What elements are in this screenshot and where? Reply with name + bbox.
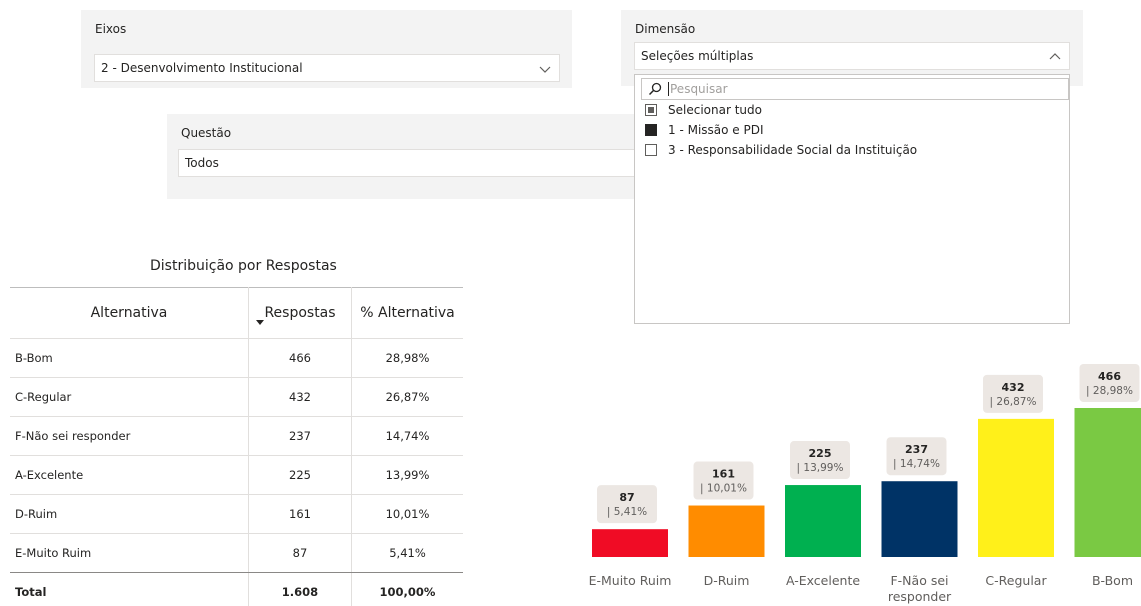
column-header-respostas[interactable]: Respostas: [249, 287, 351, 338]
option-label: 3 - Responsabilidade Social da Instituiç…: [668, 143, 918, 157]
option-responsabilidade-social[interactable]: 3 - Responsabilidade Social da Instituiç…: [645, 142, 917, 158]
sort-descending-icon[interactable]: [256, 320, 264, 325]
option-label: Selecionar tudo: [668, 103, 762, 117]
table-title: Distribuição por Respostas: [150, 258, 337, 274]
cell-total-label: Total: [15, 585, 47, 599]
data-label-value: 466: [1098, 370, 1121, 383]
dimensao-selected-value: Seleções múltiplas: [641, 49, 754, 63]
x-axis-label: D-Ruim: [704, 573, 750, 588]
chart-bar[interactable]: [1074, 408, 1141, 557]
x-axis-label: E-Muito Ruim: [589, 573, 672, 588]
data-label-percent: | 13,99%: [797, 462, 844, 474]
cell-percent: 26,87%: [385, 390, 430, 404]
data-label-value: 237: [905, 443, 928, 456]
table-total-row: Total 1.608 100,00%: [10, 572, 463, 606]
cell-percent: 14,74%: [385, 429, 430, 443]
table-row[interactable]: C-Regular 432 26,87%: [10, 377, 463, 416]
cell-respostas: 87: [292, 546, 308, 560]
data-label-percent: | 14,74%: [893, 458, 940, 470]
checkbox-unchecked-icon[interactable]: [645, 144, 657, 156]
cell-alternativa: D-Ruim: [15, 507, 58, 521]
option-label: 1 - Missão e PDI: [668, 123, 764, 137]
cell-percent: 10,01%: [385, 507, 430, 521]
data-label-box: [1079, 364, 1140, 402]
data-label-box: [886, 437, 947, 476]
search-placeholder: Pesquisar: [668, 82, 728, 96]
x-axis-label: responder: [888, 589, 952, 604]
chart-bar[interactable]: [881, 481, 958, 557]
questao-dropdown[interactable]: Todos: [178, 149, 638, 177]
x-axis-label: F-Não sei: [890, 573, 948, 588]
cell-respostas: 432: [289, 390, 311, 404]
cell-respostas: 237: [289, 429, 311, 443]
cell-total-respostas: 1.608: [281, 585, 319, 599]
data-label-box: [693, 461, 754, 500]
eixos-selected-value: 2 - Desenvolvimento Institucional: [101, 61, 303, 75]
table-row[interactable]: E-Muito Ruim 87 5,41%: [10, 533, 463, 572]
cell-alternativa: A-Excelente: [15, 468, 84, 482]
table-row[interactable]: F-Não sei responder 237 14,74%: [10, 416, 463, 455]
table-row[interactable]: B-Bom 466 28,98%: [10, 338, 463, 377]
chart-bar[interactable]: [592, 529, 668, 557]
cell-alternativa: C-Regular: [15, 390, 72, 404]
table-row[interactable]: D-Ruim 161 10,01%: [10, 494, 463, 533]
search-input[interactable]: Pesquisar: [641, 78, 1069, 100]
chart-bar[interactable]: [688, 505, 765, 557]
x-axis-label: A-Excelente: [786, 573, 860, 588]
data-label-box: [790, 441, 850, 480]
cell-alternativa: F-Não sei responder: [15, 429, 131, 443]
cell-respostas: 225: [289, 468, 311, 482]
questao-slicer-title: Questão: [181, 126, 232, 140]
data-label-percent: | 10,01%: [700, 483, 747, 495]
dimensao-slicer-title: Dimensão: [635, 22, 696, 36]
data-label-value: 87: [619, 491, 634, 504]
questao-slicer: Questão Todos: [167, 114, 638, 199]
cell-alternativa: E-Muito Ruim: [15, 546, 92, 560]
cell-percent: 13,99%: [385, 468, 430, 482]
checkbox-partial-icon[interactable]: [645, 104, 657, 116]
cell-respostas: 466: [289, 351, 311, 365]
data-label-percent: | 5,41%: [607, 506, 647, 518]
cell-percent: 28,98%: [385, 351, 430, 365]
cell-respostas: 161: [289, 507, 311, 521]
data-label-box: [983, 374, 1043, 413]
eixos-slicer-title: Eixos: [95, 22, 127, 36]
checkbox-checked-icon[interactable]: [645, 124, 657, 136]
column-header-percent[interactable]: % Alternativa: [352, 287, 463, 338]
cell-percent: 5,41%: [389, 546, 426, 560]
dimensao-dropdown[interactable]: Seleções múltiplas: [634, 42, 1070, 70]
data-label-box: [597, 485, 657, 524]
table-row[interactable]: A-Excelente 225 13,99%: [10, 455, 463, 494]
option-missao-pdi[interactable]: 1 - Missão e PDI: [645, 122, 764, 138]
questao-selected-value: Todos: [185, 156, 219, 170]
chart-bar[interactable]: [785, 485, 861, 557]
data-label-percent: | 28,98%: [1086, 385, 1133, 397]
option-select-all[interactable]: Selecionar tudo: [645, 102, 762, 118]
data-label-value: 161: [712, 468, 735, 481]
dimensao-dropdown-list: Pesquisar Selecionar tudo 1 - Missão e P…: [634, 74, 1070, 324]
data-label-value: 432: [1002, 381, 1025, 394]
column-header-alternativa[interactable]: Alternativa: [10, 287, 248, 338]
chevron-down-icon[interactable]: [539, 63, 551, 75]
chart-bar[interactable]: [978, 418, 1054, 557]
data-label-percent: | 26,87%: [990, 396, 1037, 408]
eixos-slicer: Eixos 2 - Desenvolvimento Institucional: [81, 10, 572, 88]
cell-total-percent: 100,00%: [379, 585, 436, 599]
cell-alternativa: B-Bom: [15, 351, 53, 365]
eixos-dropdown[interactable]: 2 - Desenvolvimento Institucional: [94, 54, 560, 82]
x-axis-label: C-Regular: [985, 573, 1047, 588]
chevron-up-icon[interactable]: [1049, 51, 1061, 63]
search-icon: [648, 82, 662, 96]
x-axis-label: B-Bom: [1092, 573, 1133, 588]
data-label-value: 225: [809, 447, 832, 460]
